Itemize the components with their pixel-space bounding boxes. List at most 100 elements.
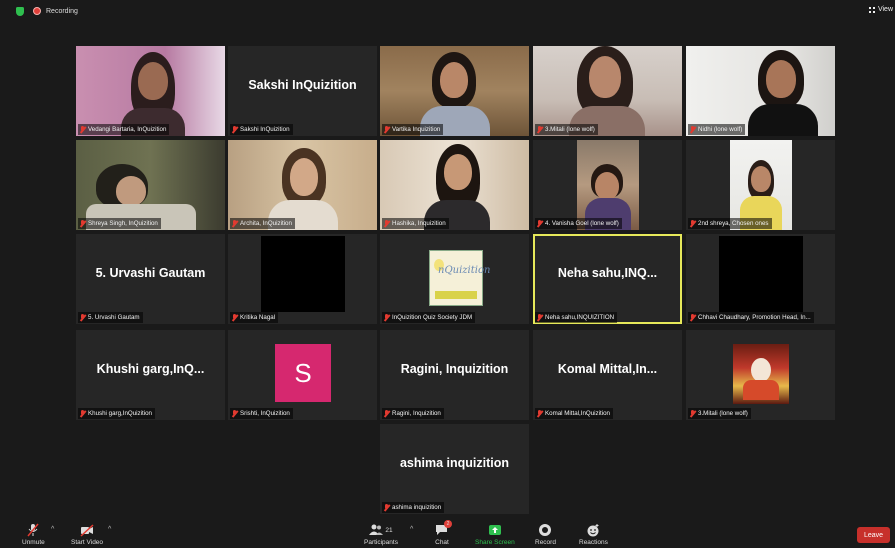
mic-off-icon — [537, 313, 542, 322]
view-button[interactable]: View — [868, 6, 893, 13]
video-tile[interactable]: Vartika Inquizition — [380, 46, 529, 136]
participant-name-label: Ragini, Inquizition — [382, 408, 444, 419]
mic-off-icon — [384, 125, 389, 134]
mic-off-icon — [690, 125, 695, 134]
participant-name-label: 5. Urvashi Gautam — [78, 312, 143, 323]
participant-name-label: Kritika Nagal — [230, 312, 279, 323]
reactions-icon — [587, 524, 599, 537]
video-tile[interactable]: Vedangi Bartaria, InQuizition — [76, 46, 225, 136]
video-tile[interactable]: Ragini, Inquizition Ragini, Inquizition — [380, 330, 529, 420]
chat-button[interactable]: 2 Chat — [435, 518, 452, 546]
participant-name-label: Nidhi (lone wolf) — [688, 124, 746, 135]
mic-off-icon — [690, 409, 695, 418]
shield-icon[interactable] — [16, 6, 24, 16]
avatar: S — [275, 344, 331, 402]
mic-off-icon — [384, 219, 389, 228]
meeting-topbar: Recording View — [0, 0, 895, 22]
video-tile[interactable]: Sakshi InQuizition Sakshi InQuizition — [228, 46, 377, 136]
participant-name-label: Vedangi Bartaria, InQuizition — [78, 124, 170, 135]
video-tile[interactable]: 5. Urvashi Gautam 5. Urvashi Gautam — [76, 234, 225, 324]
video-tile[interactable]: nQuizition InQuizition Quiz Society JDM — [380, 234, 529, 324]
participants-button[interactable]: 21 Participants — [364, 518, 398, 546]
meeting-toolbar: Unmute ^ Start Video ^ 21 Participants ^… — [0, 518, 895, 548]
participant-video — [719, 236, 803, 312]
video-tile[interactable]: Hashika, Inquizition — [380, 140, 529, 230]
participant-display-name: Neha sahu,INQ... — [557, 266, 658, 280]
audio-options-chevron-icon[interactable]: ^ — [51, 526, 54, 533]
participant-display-name: Khushi garg,InQ... — [96, 362, 205, 376]
participant-video — [380, 46, 529, 136]
participant-name-label: Neha sahu,INQUIZITION — [535, 312, 618, 323]
participant-name-label: Komal Mittal,InQuizition — [535, 408, 613, 419]
video-tile[interactable]: 3.Mitali (lone wolf) — [533, 46, 682, 136]
mic-off-icon — [690, 219, 695, 228]
participant-video — [261, 236, 345, 312]
participants-count: 21 — [385, 526, 393, 534]
mic-off-icon — [232, 125, 237, 134]
mic-off-icon — [80, 219, 85, 228]
mic-off-icon — [27, 523, 39, 537]
participant-name-label: Hashika, Inquizition — [382, 218, 449, 229]
mic-off-icon — [384, 503, 389, 512]
participant-display-name: 5. Urvashi Gautam — [95, 266, 206, 280]
participant-name-label: Chhavi Chaudhary, Promotion Head, In... — [688, 312, 814, 323]
video-tile[interactable]: 4. Vanisha Goel (lone wolf) — [533, 140, 682, 230]
participant-name-label: ashima inquizition — [382, 502, 445, 513]
video-tile[interactable]: Nidhi (lone wolf) — [686, 46, 835, 136]
mic-off-icon — [232, 313, 237, 322]
participant-name-label: Srishti, InQuizition — [230, 408, 293, 419]
share-screen-icon — [488, 525, 501, 535]
participant-video — [533, 46, 682, 136]
mic-off-icon — [690, 313, 695, 322]
participant-name-label: 3.Mitali (lone wolf) — [688, 408, 751, 419]
participant-video — [76, 46, 225, 136]
participant-name-label: Shreya Singh, InQuizition — [78, 218, 161, 229]
video-tile[interactable]: S Srishti, InQuizition — [228, 330, 377, 420]
video-tile[interactable]: Chhavi Chaudhary, Promotion Head, In... — [686, 234, 835, 324]
video-tile[interactable]: 2nd shreya, Chosen ones — [686, 140, 835, 230]
mic-off-icon — [232, 409, 237, 418]
participant-name-label: Archita, InQuizition — [230, 218, 295, 229]
participant-name-label: InQuizition Quiz Society JDM — [382, 312, 476, 323]
video-tile[interactable]: Archita, InQuizition — [228, 140, 377, 230]
video-tile-active-speaker[interactable]: Neha sahu,INQ... Neha sahu,INQUIZITION — [533, 234, 682, 324]
participant-name-label: 3.Mitali (lone wolf) — [535, 124, 598, 135]
video-tile[interactable]: Kritika Nagal — [228, 234, 377, 324]
chat-unread-badge: 2 — [444, 520, 452, 528]
video-tile[interactable]: Shreya Singh, InQuizition — [76, 140, 225, 230]
video-tile[interactable]: 3.Mitali (lone wolf) — [686, 330, 835, 420]
record-button[interactable]: Record — [535, 518, 556, 546]
video-off-icon — [80, 524, 94, 537]
leave-button[interactable]: Leave — [857, 527, 890, 543]
participant-video — [686, 46, 835, 136]
participant-name-label: 2nd shreya, Chosen ones — [688, 218, 772, 229]
mic-off-icon — [80, 125, 85, 134]
participant-video — [380, 140, 529, 230]
view-label: View — [877, 6, 893, 13]
video-tile[interactable]: ashima inquizition ashima inquizition — [380, 424, 529, 514]
mic-off-icon — [384, 409, 389, 418]
participant-profile-picture — [733, 344, 789, 404]
mic-off-icon — [80, 409, 85, 418]
mic-off-icon — [232, 219, 237, 228]
reactions-button[interactable]: Reactions — [579, 518, 608, 546]
chat-icon: 2 — [435, 520, 452, 537]
participant-name-label: 4. Vanisha Goel (lone wolf) — [535, 218, 622, 229]
video-tile[interactable]: Khushi garg,InQ... Khushi garg,InQuiziti… — [76, 330, 225, 420]
start-video-button[interactable]: Start Video — [71, 518, 103, 546]
mic-off-icon — [537, 219, 542, 228]
mic-off-icon — [80, 313, 85, 322]
participants-options-chevron-icon[interactable]: ^ — [410, 526, 413, 533]
participant-name-label: Vartika Inquizition — [382, 124, 444, 135]
video-options-chevron-icon[interactable]: ^ — [108, 526, 111, 533]
video-tile[interactable]: Komal Mittal,In... Komal Mittal,InQuizit… — [533, 330, 682, 420]
record-icon — [539, 524, 552, 536]
participant-video — [577, 140, 639, 230]
share-screen-button[interactable]: Share Screen — [475, 518, 515, 546]
participant-display-name: Sakshi InQuizition — [248, 78, 357, 92]
unmute-button[interactable]: Unmute — [22, 518, 45, 546]
mic-off-icon — [537, 125, 542, 134]
recording-icon — [33, 7, 41, 15]
participant-video — [730, 140, 792, 230]
participants-icon — [369, 524, 384, 535]
